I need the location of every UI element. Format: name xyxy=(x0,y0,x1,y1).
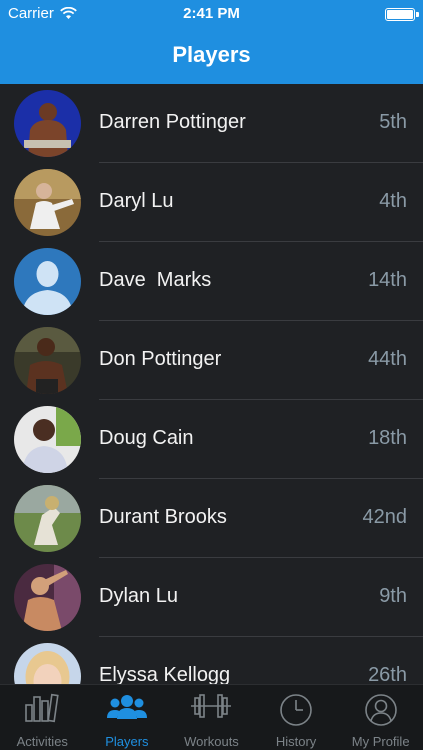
battery-icon xyxy=(385,8,419,21)
player-rank: 14th xyxy=(368,269,407,291)
player-avatar xyxy=(14,169,81,236)
player-name: Dylan Lu xyxy=(99,585,178,607)
tab-workouts[interactable]: Workouts xyxy=(169,685,254,750)
dumbbell-icon xyxy=(191,694,232,718)
player-rank: 4th xyxy=(379,190,407,212)
player-row[interactable]: Dave Marks 14th xyxy=(0,242,423,321)
tab-players[interactable]: Players xyxy=(85,685,170,750)
tab-label: My Profile xyxy=(351,734,410,749)
activities-icon xyxy=(25,693,59,723)
player-avatar xyxy=(14,485,81,552)
player-name: Doug Cain xyxy=(99,427,194,449)
clock-icon xyxy=(280,694,312,726)
player-avatar xyxy=(14,327,81,394)
player-row[interactable]: Don Pottinger 44th xyxy=(0,321,423,400)
player-avatar xyxy=(14,643,81,684)
tab-activities[interactable]: Activities xyxy=(0,685,85,750)
player-row[interactable]: Daryl Lu 4th xyxy=(0,163,423,242)
player-name: Durant Brooks xyxy=(99,506,227,528)
player-rank: 26th xyxy=(368,664,407,684)
players-list[interactable]: Darren Pottinger 5th Daryl Lu 4th Dave M… xyxy=(0,84,423,684)
player-name: Elyssa Kellogg xyxy=(99,664,231,684)
player-row[interactable]: Darren Pottinger 5th xyxy=(0,84,423,163)
player-name: Daryl Lu xyxy=(99,190,174,212)
player-name: Dave Marks xyxy=(99,269,212,291)
profile-icon xyxy=(364,694,397,726)
player-avatar xyxy=(14,406,81,473)
player-name: Don Pottinger xyxy=(99,348,222,370)
player-rank: 42nd xyxy=(362,506,408,528)
app-header: Carrier 2:41 PM Players xyxy=(0,0,423,84)
status-bar: Carrier 2:41 PM xyxy=(0,0,423,28)
tab-label: Activities xyxy=(16,734,68,749)
player-row[interactable]: Elyssa Kellogg 26th xyxy=(0,637,423,684)
page-title: Players xyxy=(172,42,251,67)
tab-my-profile[interactable]: My Profile xyxy=(338,685,423,750)
player-rank: 44th xyxy=(368,348,407,370)
tab-bar: Activities Players Workouts History My P… xyxy=(0,684,423,750)
player-name: Darren Pottinger xyxy=(99,111,246,133)
tab-label: Workouts xyxy=(184,734,239,749)
player-row[interactable]: Durant Brooks 42nd xyxy=(0,479,423,558)
status-time: 2:41 PM xyxy=(183,5,240,22)
tab-label: Players xyxy=(105,734,149,749)
player-rank: 9th xyxy=(379,585,407,607)
tab-history[interactable]: History xyxy=(254,685,339,750)
player-avatar xyxy=(14,90,81,157)
player-avatar xyxy=(14,248,81,315)
player-row[interactable]: Doug Cain 18th xyxy=(0,400,423,479)
players-icon xyxy=(106,695,147,719)
tab-label: History xyxy=(275,734,317,749)
player-rank: 18th xyxy=(368,427,407,449)
player-avatar xyxy=(14,564,81,631)
player-row[interactable]: Dylan Lu 9th xyxy=(0,558,423,637)
player-rank: 5th xyxy=(379,111,407,133)
